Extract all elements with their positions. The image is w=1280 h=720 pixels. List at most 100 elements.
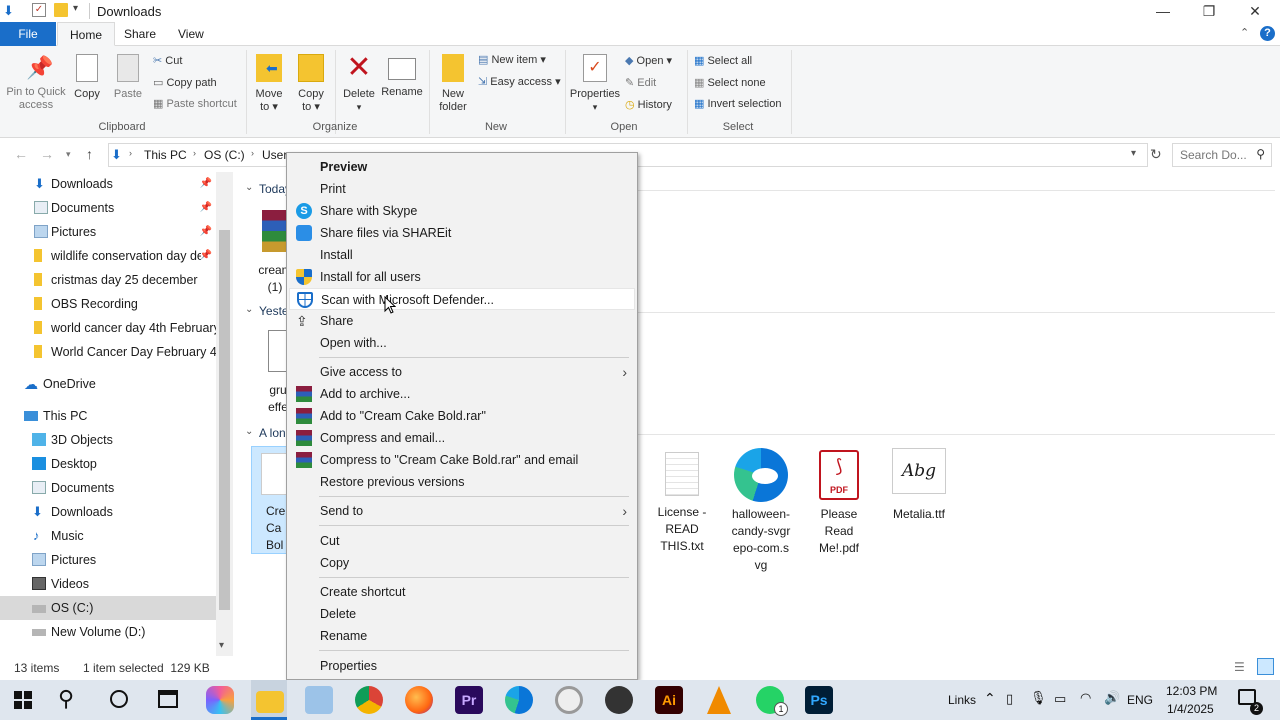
paste-button[interactable]: Paste bbox=[110, 54, 146, 101]
new-item-button[interactable]: ▤ New item ▾ bbox=[478, 53, 546, 67]
show-hidden-icons-chevron[interactable]: ⌃ bbox=[984, 690, 996, 707]
group-header-long-ago[interactable]: A lon bbox=[259, 426, 286, 440]
clock-date[interactable]: 1/4/2025 bbox=[1167, 702, 1214, 716]
vlc-icon[interactable] bbox=[707, 686, 731, 714]
restore-button[interactable]: ❐ bbox=[1186, 0, 1232, 22]
wifi-icon[interactable]: ◠ bbox=[1080, 690, 1091, 706]
nav-item-onedrive[interactable]: ☁ OneDrive bbox=[0, 372, 216, 396]
help-icon[interactable]: ? bbox=[1260, 26, 1275, 41]
delete-button[interactable]: ✕ Delete ▾ bbox=[340, 53, 378, 114]
menu-item-open-with[interactable]: Open with... bbox=[289, 332, 635, 354]
app-icon[interactable] bbox=[555, 686, 583, 714]
file-item-metalia[interactable]: Abg Metalia.ttf bbox=[886, 448, 952, 528]
history-button[interactable]: ◷ History bbox=[625, 98, 672, 112]
copy-to-button[interactable]: Copy to ▾ bbox=[294, 54, 328, 114]
properties-button[interactable]: ✓ Properties ▾ bbox=[569, 54, 621, 114]
menu-item-shareit[interactable]: Share files via SHAREit bbox=[289, 222, 635, 244]
nav-item-desktop[interactable]: Desktop bbox=[0, 452, 216, 476]
nav-item-3d-objects[interactable]: 3D Objects bbox=[0, 428, 216, 452]
invert-selection-button[interactable]: ▦ Invert selection bbox=[694, 97, 781, 111]
copilot-icon[interactable] bbox=[206, 686, 234, 714]
breadcrumb-users[interactable]: User bbox=[262, 148, 287, 162]
file-item-license[interactable]: License - READ THIS.txt bbox=[651, 448, 713, 568]
clock-time[interactable]: 12:03 PM bbox=[1166, 684, 1217, 698]
menu-item-restore-versions[interactable]: Restore previous versions bbox=[289, 471, 635, 493]
nav-item-documents[interactable]: Documents 📌 bbox=[0, 196, 216, 220]
menu-item-share[interactable]: ⇪ Share bbox=[289, 310, 635, 332]
photoshop-icon[interactable]: Ps bbox=[805, 686, 833, 714]
menu-item-copy[interactable]: Copy bbox=[289, 552, 635, 574]
refresh-icon[interactable]: ↻ bbox=[1150, 146, 1162, 163]
menu-item-compress-email[interactable]: Compress and email... bbox=[289, 427, 635, 449]
nav-item-documents-pc[interactable]: Documents bbox=[0, 476, 216, 500]
nav-scrollbar-thumb[interactable] bbox=[219, 230, 230, 610]
menu-item-share-skype[interactable]: S Share with Skype bbox=[289, 200, 635, 222]
new-folder-qat-icon[interactable] bbox=[54, 3, 68, 17]
open-button[interactable]: ◆ Open ▾ bbox=[625, 54, 672, 68]
tab-file[interactable]: File bbox=[0, 22, 56, 46]
qat-dropdown-icon[interactable]: ▾ bbox=[73, 3, 78, 14]
menu-item-send-to[interactable]: Send to › bbox=[289, 500, 635, 522]
back-arrow-icon[interactable]: ← bbox=[14, 146, 28, 162]
cut-button[interactable]: ✂ Cut bbox=[153, 54, 182, 68]
nav-item-new-volume-d[interactable]: New Volume (D:) bbox=[0, 620, 216, 644]
nav-item-folder[interactable]: wildlife conservation day dec 📌 bbox=[0, 244, 216, 268]
collapse-ribbon-icon[interactable]: ⌃ bbox=[1240, 26, 1249, 39]
firefox-icon[interactable] bbox=[405, 686, 433, 714]
menu-item-add-to-rar[interactable]: Add to "Cream Cake Bold.rar" bbox=[289, 405, 635, 427]
file-item-pdf[interactable]: ⟆ PDF Please Read Me!.pdf bbox=[808, 448, 870, 568]
menu-item-rename[interactable]: Rename bbox=[289, 625, 635, 647]
menu-item-print[interactable]: Print bbox=[289, 178, 635, 200]
menu-item-create-shortcut[interactable]: Create shortcut bbox=[289, 581, 635, 603]
nav-item-pictures[interactable]: Pictures 📌 bbox=[0, 220, 216, 244]
large-icons-view-icon[interactable] bbox=[1257, 658, 1274, 675]
menu-item-install[interactable]: Install bbox=[289, 244, 635, 266]
paste-shortcut-button[interactable]: ▦ Paste shortcut bbox=[153, 97, 237, 111]
premiere-pro-icon[interactable]: Pr bbox=[455, 686, 483, 714]
battery-icon[interactable]: ▭ bbox=[1054, 691, 1066, 707]
copy-path-button[interactable]: ▭ Copy path bbox=[153, 76, 217, 90]
search-input[interactable]: Search Do... ⚲ bbox=[1172, 143, 1272, 167]
collapse-group-icon[interactable]: ⌄ bbox=[245, 182, 253, 193]
collapse-group-icon[interactable]: ⌄ bbox=[245, 426, 253, 437]
edit-button[interactable]: ✎ Edit bbox=[625, 76, 656, 90]
tab-share[interactable]: Share bbox=[112, 22, 168, 46]
nav-item-folder[interactable]: World Cancer Day February 4 bbox=[0, 340, 216, 364]
cortana-icon[interactable] bbox=[110, 690, 128, 708]
edge-taskbar-icon[interactable] bbox=[505, 686, 533, 714]
nav-item-pictures-pc[interactable]: Pictures bbox=[0, 548, 216, 572]
nav-item-downloads[interactable]: ⬇ Downloads 📌 bbox=[0, 172, 216, 196]
task-view-icon[interactable] bbox=[158, 690, 178, 708]
windows-start-icon[interactable] bbox=[14, 691, 32, 709]
easy-access-button[interactable]: ⇲ Easy access ▾ bbox=[478, 75, 561, 89]
copy-button[interactable]: Copy bbox=[70, 54, 104, 101]
nav-item-folder[interactable]: OBS Recording bbox=[0, 292, 216, 316]
menu-item-compress-rar-email[interactable]: Compress to "Cream Cake Bold.rar" and em… bbox=[289, 449, 635, 471]
tab-view[interactable]: View bbox=[166, 22, 216, 46]
group-header-yesterday[interactable]: Yeste bbox=[259, 304, 289, 318]
rename-button[interactable]: Rename bbox=[380, 54, 424, 99]
pin-quick-access-button[interactable]: 📌 Pin to Quick access bbox=[4, 54, 68, 112]
menu-item-preview[interactable]: Preview bbox=[289, 156, 635, 178]
obs-icon[interactable] bbox=[605, 686, 633, 714]
app-window-icon[interactable] bbox=[305, 686, 333, 714]
illustrator-icon[interactable]: Ai bbox=[655, 686, 683, 714]
nav-item-this-pc[interactable]: This PC bbox=[0, 404, 216, 428]
nav-item-downloads-pc[interactable]: ⬇ Downloads bbox=[0, 500, 216, 524]
menu-item-scan-defender[interactable]: Scan with Microsoft Defender... bbox=[289, 288, 635, 310]
language-indicator[interactable]: ENG bbox=[1127, 693, 1153, 707]
close-button[interactable]: ✕ bbox=[1232, 0, 1278, 22]
move-to-button[interactable]: ⬅ Move to ▾ bbox=[252, 54, 286, 114]
details-view-icon[interactable]: ☰ bbox=[1234, 660, 1245, 674]
menu-item-install-all-users[interactable]: Install for all users bbox=[289, 266, 635, 288]
menu-item-delete[interactable]: Delete bbox=[289, 603, 635, 625]
links-toolbar[interactable]: Links bbox=[948, 693, 976, 707]
menu-item-give-access[interactable]: Give access to › bbox=[289, 361, 635, 383]
file-item-halloween-svg[interactable]: halloween-candy-svgr epo-com.s vg bbox=[728, 448, 794, 578]
address-dropdown-icon[interactable]: ▾ bbox=[1131, 148, 1136, 159]
chrome-icon[interactable] bbox=[355, 686, 383, 714]
minimize-button[interactable]: — bbox=[1140, 0, 1186, 22]
nav-item-music[interactable]: ♪ Music bbox=[0, 524, 216, 548]
search-taskbar-icon[interactable]: ⚲ bbox=[58, 686, 74, 712]
menu-item-cut[interactable]: Cut bbox=[289, 530, 635, 552]
